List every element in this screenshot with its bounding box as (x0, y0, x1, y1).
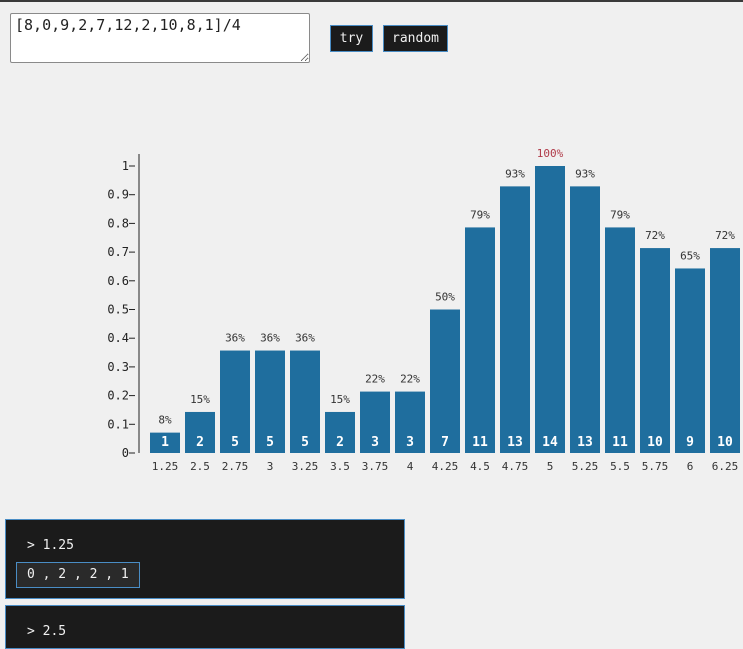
bar-count-label: 10 (717, 435, 733, 450)
y-tick-label: 1 (122, 159, 129, 173)
y-tick-label: 0.3 (107, 360, 129, 374)
bar-percent-label: 93% (575, 167, 595, 180)
bar-count-label: 11 (472, 435, 488, 450)
bar-count-label: 11 (612, 435, 628, 450)
result-panel-2: > 2.5 (5, 605, 405, 649)
bar-count-label: 13 (577, 435, 593, 450)
bar-count-label: 7 (441, 435, 449, 450)
bar-percent-label: 100% (537, 147, 564, 160)
x-tick-label: 2.75 (222, 460, 249, 473)
bar-percent-label: 36% (225, 332, 245, 345)
bar-percent-label: 8% (158, 414, 172, 427)
x-tick-label: 4.75 (502, 460, 529, 473)
bar-percent-label: 15% (190, 393, 210, 406)
x-tick-label: 1.25 (152, 460, 179, 473)
bar-count-label: 3 (371, 435, 379, 450)
y-tick-label: 0.6 (107, 274, 129, 288)
bar (430, 309, 460, 453)
bar-count-label: 3 (406, 435, 414, 450)
bar-count-label: 10 (647, 435, 663, 450)
x-tick-label: 5.75 (642, 460, 669, 473)
result-panel-1: > 1.25 0 , 2 , 2 , 1 (5, 519, 405, 599)
x-tick-label: 5.5 (610, 460, 630, 473)
x-tick-label: 3.25 (292, 460, 319, 473)
y-tick-label: 0.5 (107, 303, 129, 317)
bar-percent-label: 72% (715, 229, 735, 242)
bar (675, 268, 705, 453)
x-tick-label: 3 (267, 460, 274, 473)
bar-percent-label: 79% (610, 208, 630, 221)
bar (605, 227, 635, 453)
bar-count-label: 13 (507, 435, 523, 450)
bar-count-label: 9 (686, 435, 694, 450)
bar-count-label: 2 (336, 435, 344, 450)
x-tick-label: 6 (687, 460, 694, 473)
bar-count-label: 5 (301, 435, 309, 450)
y-tick-label: 0.8 (107, 216, 129, 230)
x-tick-label: 6.25 (712, 460, 739, 473)
bar-count-label: 5 (231, 435, 239, 450)
bar-chart: 00.10.20.30.40.50.60.70.80.9118%1.25215%… (107, 147, 740, 473)
bar (570, 186, 600, 453)
bar (535, 166, 565, 453)
panel-2-header[interactable]: > 2.5 (27, 624, 66, 639)
y-tick-label: 0.9 (107, 188, 129, 202)
x-tick-label: 5.25 (572, 460, 599, 473)
bar-percent-label: 72% (645, 229, 665, 242)
bar-count-label: 14 (542, 435, 558, 450)
x-tick-label: 4.5 (470, 460, 490, 473)
bar-count-label: 1 (161, 435, 169, 450)
x-tick-label: 3.75 (362, 460, 389, 473)
bar-percent-label: 22% (365, 373, 385, 386)
x-tick-label: 4.25 (432, 460, 459, 473)
x-tick-label: 2.5 (190, 460, 210, 473)
bar-count-label: 2 (196, 435, 204, 450)
bar-percent-label: 36% (260, 332, 280, 345)
bar-percent-label: 36% (295, 332, 315, 345)
x-tick-label: 3.5 (330, 460, 350, 473)
panel-1-combination[interactable]: 0 , 2 , 2 , 1 (16, 562, 140, 588)
bar (500, 186, 530, 453)
bar-percent-label: 50% (435, 291, 455, 304)
panel-1-header[interactable]: > 1.25 (27, 538, 74, 553)
bar-percent-label: 79% (470, 208, 490, 221)
bar-percent-label: 15% (330, 393, 350, 406)
bar (640, 248, 670, 453)
y-tick-label: 0 (122, 446, 129, 460)
x-tick-label: 4 (407, 460, 414, 473)
bar (465, 227, 495, 453)
y-tick-label: 0.1 (107, 417, 129, 431)
y-tick-label: 0.2 (107, 389, 129, 403)
bar-percent-label: 65% (680, 249, 700, 262)
bar-percent-label: 22% (400, 373, 420, 386)
y-tick-label: 0.7 (107, 245, 129, 259)
y-tick-label: 0.4 (107, 331, 129, 345)
bar-percent-label: 93% (505, 167, 525, 180)
x-tick-label: 5 (547, 460, 554, 473)
bar (710, 248, 740, 453)
bar-count-label: 5 (266, 435, 274, 450)
